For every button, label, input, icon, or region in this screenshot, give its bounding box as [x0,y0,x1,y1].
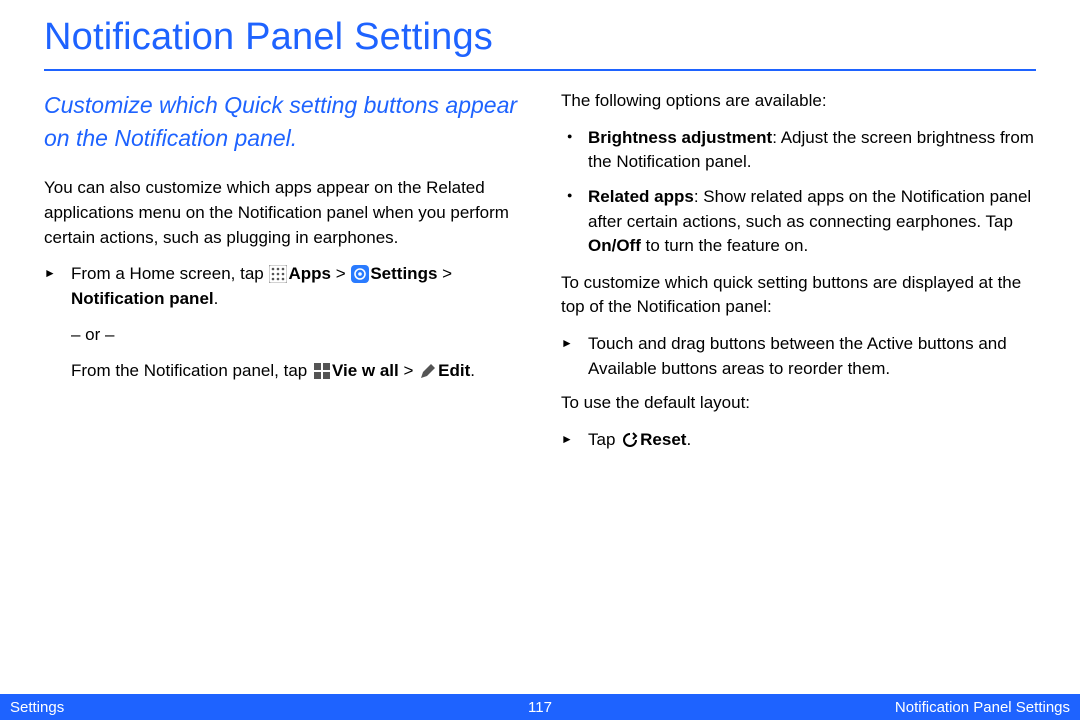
tap-text: Tap [588,430,620,449]
customize-steps: Touch and drag buttons between the Activ… [561,332,1036,381]
footer-page-number: 117 [528,699,552,716]
step-item: From a Home screen, tap Apps > Settings … [44,262,519,384]
content-columns: Customize which Quick setting buttons ap… [0,89,1080,463]
page-subtitle: Customize which Quick setting buttons ap… [44,89,519,154]
reset-arrow-icon [621,431,639,449]
notification-panel-label: Notification panel [71,289,214,308]
customize-lead: To customize which quick setting buttons… [561,271,1036,320]
or-divider: – or – [71,322,519,348]
navigation-steps: From a Home screen, tap Apps > Settings … [44,262,519,384]
default-lead: To use the default layout: [561,391,1036,416]
tiles-icon [313,362,331,380]
settings-gear-icon [351,265,369,283]
apps-grid-icon [269,265,287,283]
separator: > [437,264,452,283]
page-footer: Settings 117 Notification Panel Settings [0,694,1080,720]
reset-step: Tap Reset. [561,428,1036,453]
edit-label: Edit [438,361,470,380]
footer-section-name: Settings [0,699,528,716]
period: . [214,289,219,308]
options-list: Brightness adjustment: Adjust the screen… [561,126,1036,259]
page-title: Notification Panel Settings [0,0,1080,69]
left-column: Customize which Quick setting buttons ap… [44,89,519,463]
alt-step: From the Notification panel, tap Vie w a… [71,358,519,384]
onoff-label: On/Off [588,236,641,255]
viewall-label: Vie w all [332,361,399,380]
settings-label: Settings [370,264,437,283]
sub-steps: – or – From the Notification panel, tap … [71,322,519,385]
step-text: From the Notification panel, tap [71,361,312,380]
options-lead: The following options are available: [561,89,1036,114]
option-brightness: Brightness adjustment: Adjust the screen… [561,126,1036,175]
apps-label: Apps [288,264,331,283]
footer-page-title: Notification Panel Settings [552,699,1080,716]
period: . [470,361,475,380]
option-body: to turn the feature on. [641,236,808,255]
step-text: From a Home screen, tap [71,264,268,283]
default-steps: Tap Reset. [561,428,1036,453]
separator: > [399,361,418,380]
reset-label: Reset [640,430,686,449]
option-related-apps: Related apps: Show related apps on the N… [561,185,1036,259]
option-title: Brightness adjustment [588,128,772,147]
period: . [686,430,691,449]
option-title: Related apps [588,187,694,206]
right-column: The following options are available: Bri… [561,89,1036,463]
separator: > [331,264,350,283]
intro-paragraph: You can also customize which apps appear… [44,176,519,250]
pencil-edit-icon [419,362,437,380]
drag-step: Touch and drag buttons between the Activ… [561,332,1036,381]
title-divider [44,69,1036,71]
